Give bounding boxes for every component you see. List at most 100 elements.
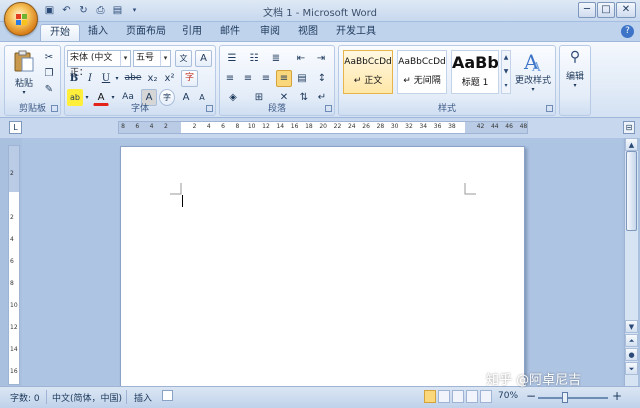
styles-group: AaBbCcDd ↵ 正文 AaBbCcDd ↵ 无间隔 AaBb 标题 1 ▲… [338,45,556,116]
change-styles-button[interactable]: A A 更改样式 ▾ [513,49,553,99]
tab-page-layout[interactable]: 页面布局 [120,24,172,42]
styles-scroll: ▲ ▼ ▾ [501,50,511,94]
document-page[interactable] [120,146,525,391]
align-right-button[interactable]: ≡ [258,70,274,87]
increase-indent-button[interactable]: ⇥ [312,50,330,67]
paragraph-group-label: 段落 [267,104,286,114]
style-heading-1[interactable]: AaBb 标题 1 [451,50,499,94]
scroll-up-icon[interactable]: ▲ [625,138,638,151]
copy-icon[interactable]: ❐ [41,65,57,82]
outline-view-icon[interactable] [466,390,478,403]
clear-formatting-button[interactable]: 字 [181,70,198,87]
scroll-thumb[interactable] [626,151,637,231]
close-button[interactable]: ✕ [616,2,636,18]
ruler-tick-label: 46 [505,123,513,130]
align-center-button[interactable]: ≡ [240,70,256,87]
draft-view-icon[interactable] [480,390,492,403]
editing-button[interactable]: ⚲ 编辑 ▾ [562,49,588,99]
subscript-button[interactable]: x₂ [145,70,160,87]
change-styles-icon: A A [523,50,541,73]
bullets-button[interactable]: ☰ [222,50,242,67]
format-painter-icon[interactable]: ✎ [41,81,57,98]
macro-record-icon[interactable] [162,390,173,401]
scroll-down-icon[interactable]: ▼ [502,65,510,79]
ruler-tick-label: 42 [476,123,485,130]
numbering-button[interactable]: ☷ [244,50,264,67]
print-layout-view-icon[interactable] [424,390,436,403]
zoom-level[interactable]: 70% [498,391,518,401]
justify-button[interactable]: ≡ [276,70,292,87]
status-bar: 字数: 0 中文(简体，中国) 插入 70% − + [0,386,640,408]
chevron-down-icon: ▾ [160,51,170,66]
insert-mode[interactable]: 插入 [134,391,152,404]
style-sample: AaBbCcDd [398,57,446,67]
full-screen-reading-icon[interactable] [438,390,450,403]
ruler-tick-label: 44 [490,123,499,130]
zoom-slider[interactable] [538,397,608,399]
more-icon[interactable]: ▾ [502,79,510,93]
underline-button[interactable]: U [99,70,113,87]
font-name-select[interactable]: 宋体 (中文正： ▾ [67,50,131,78]
horizontal-ruler[interactable]: 8 6 4 2 2 4 6 8 10 12 14 16 18 20 22 24 26 28 30 32 34 36 38 42… [118,121,528,134]
superscript-button[interactable]: x² [162,70,177,87]
tab-insert[interactable]: 插入 [82,24,114,42]
strikethrough-button[interactable]: abe [123,70,143,87]
tab-mailings[interactable]: 邮件 [214,24,246,42]
ruler-tick-label: 6 [135,123,140,130]
browse-object-icon[interactable]: ● [625,348,638,361]
paragraph-launcher-icon[interactable] [325,105,332,112]
ruler-row: L 8 6 4 2 2 4 6 8 10 12 14 16 18 20 22 24 26 28 30 32 34 36 38… [0,118,640,138]
paragraph-group: ☰ ☷ ≣ ⇤ ⇥ ≡ ≡ ≡ ≡ ▤ ↕ ◈ ⊞ ✕ ⇅ ↵ 段落 [219,45,335,116]
font-launcher-icon[interactable] [206,105,213,112]
ruler-tick-label: 4 [206,123,211,130]
ruler-tick-label: 24 [347,123,356,130]
scroll-down-icon[interactable]: ▼ [625,320,638,333]
ruler-tick-label: 10 [10,302,18,309]
font-size-select[interactable]: 五号 ▾ [133,50,171,67]
view-ruler-button[interactable]: ⊟ [623,121,635,134]
align-left-button[interactable]: ≡ [222,70,238,87]
cut-icon[interactable]: ✂ [41,49,57,66]
char-border-button[interactable]: A [195,50,212,67]
vertical-scrollbar[interactable]: ▲ ▼ ⏶ ● ⏷ [624,138,638,386]
bold-button[interactable]: B [67,70,81,87]
style-no-spacing[interactable]: AaBbCcDd ↵ 无间隔 [397,50,447,94]
line-spacing-button[interactable]: ↕ [312,70,332,87]
distributed-button[interactable]: ▤ [294,70,310,87]
vertical-ruler[interactable]: 2 2 4 6 8 10 12 14 16 [8,145,20,385]
ruler-tick-label: 10 [247,123,256,130]
web-layout-icon[interactable] [452,390,464,403]
chevron-down-icon[interactable]: ▾ [113,70,121,87]
minimize-button[interactable]: ─ [578,2,596,18]
phonetic-guide-button[interactable]: 文 [175,50,192,67]
zoom-slider-knob[interactable] [562,392,568,403]
multilevel-list-button[interactable]: ≣ [266,50,286,67]
chevron-down-icon: ▾ [573,82,577,89]
tab-home[interactable]: 开始 [40,24,80,42]
text-cursor [182,195,183,207]
scroll-up-icon[interactable]: ▲ [502,51,510,65]
italic-button[interactable]: I [83,70,97,87]
office-button[interactable] [4,2,38,36]
decrease-indent-button[interactable]: ⇤ [292,50,310,67]
maximize-button[interactable]: □ [597,2,615,18]
tab-review[interactable]: 审阅 [254,24,286,42]
tab-view[interactable]: 视图 [292,24,324,42]
language-indicator[interactable]: 中文(简体，中国) [52,391,122,404]
next-page-icon[interactable]: ⏷ [625,362,638,375]
tab-selector-button[interactable]: L [9,121,22,134]
font-group-label: 字体 [130,104,149,114]
help-icon[interactable]: ? [621,25,634,38]
clipboard-launcher-icon[interactable] [51,105,58,112]
zoom-out-icon[interactable]: − [526,389,536,403]
style-normal[interactable]: AaBbCcDd ↵ 正文 [343,50,393,94]
ruler-tick-label: 38 [448,123,456,130]
styles-launcher-icon[interactable] [546,105,553,112]
word-count[interactable]: 字数: 0 [10,391,40,404]
prev-page-icon[interactable]: ⏶ [625,334,638,347]
paste-button[interactable]: 粘贴 ▾ [10,49,38,96]
ruler-tick-label: 36 [433,123,442,130]
tab-developer[interactable]: 开发工具 [332,24,380,42]
tab-references[interactable]: 引用 [176,24,208,42]
zoom-in-icon[interactable]: + [612,389,622,403]
